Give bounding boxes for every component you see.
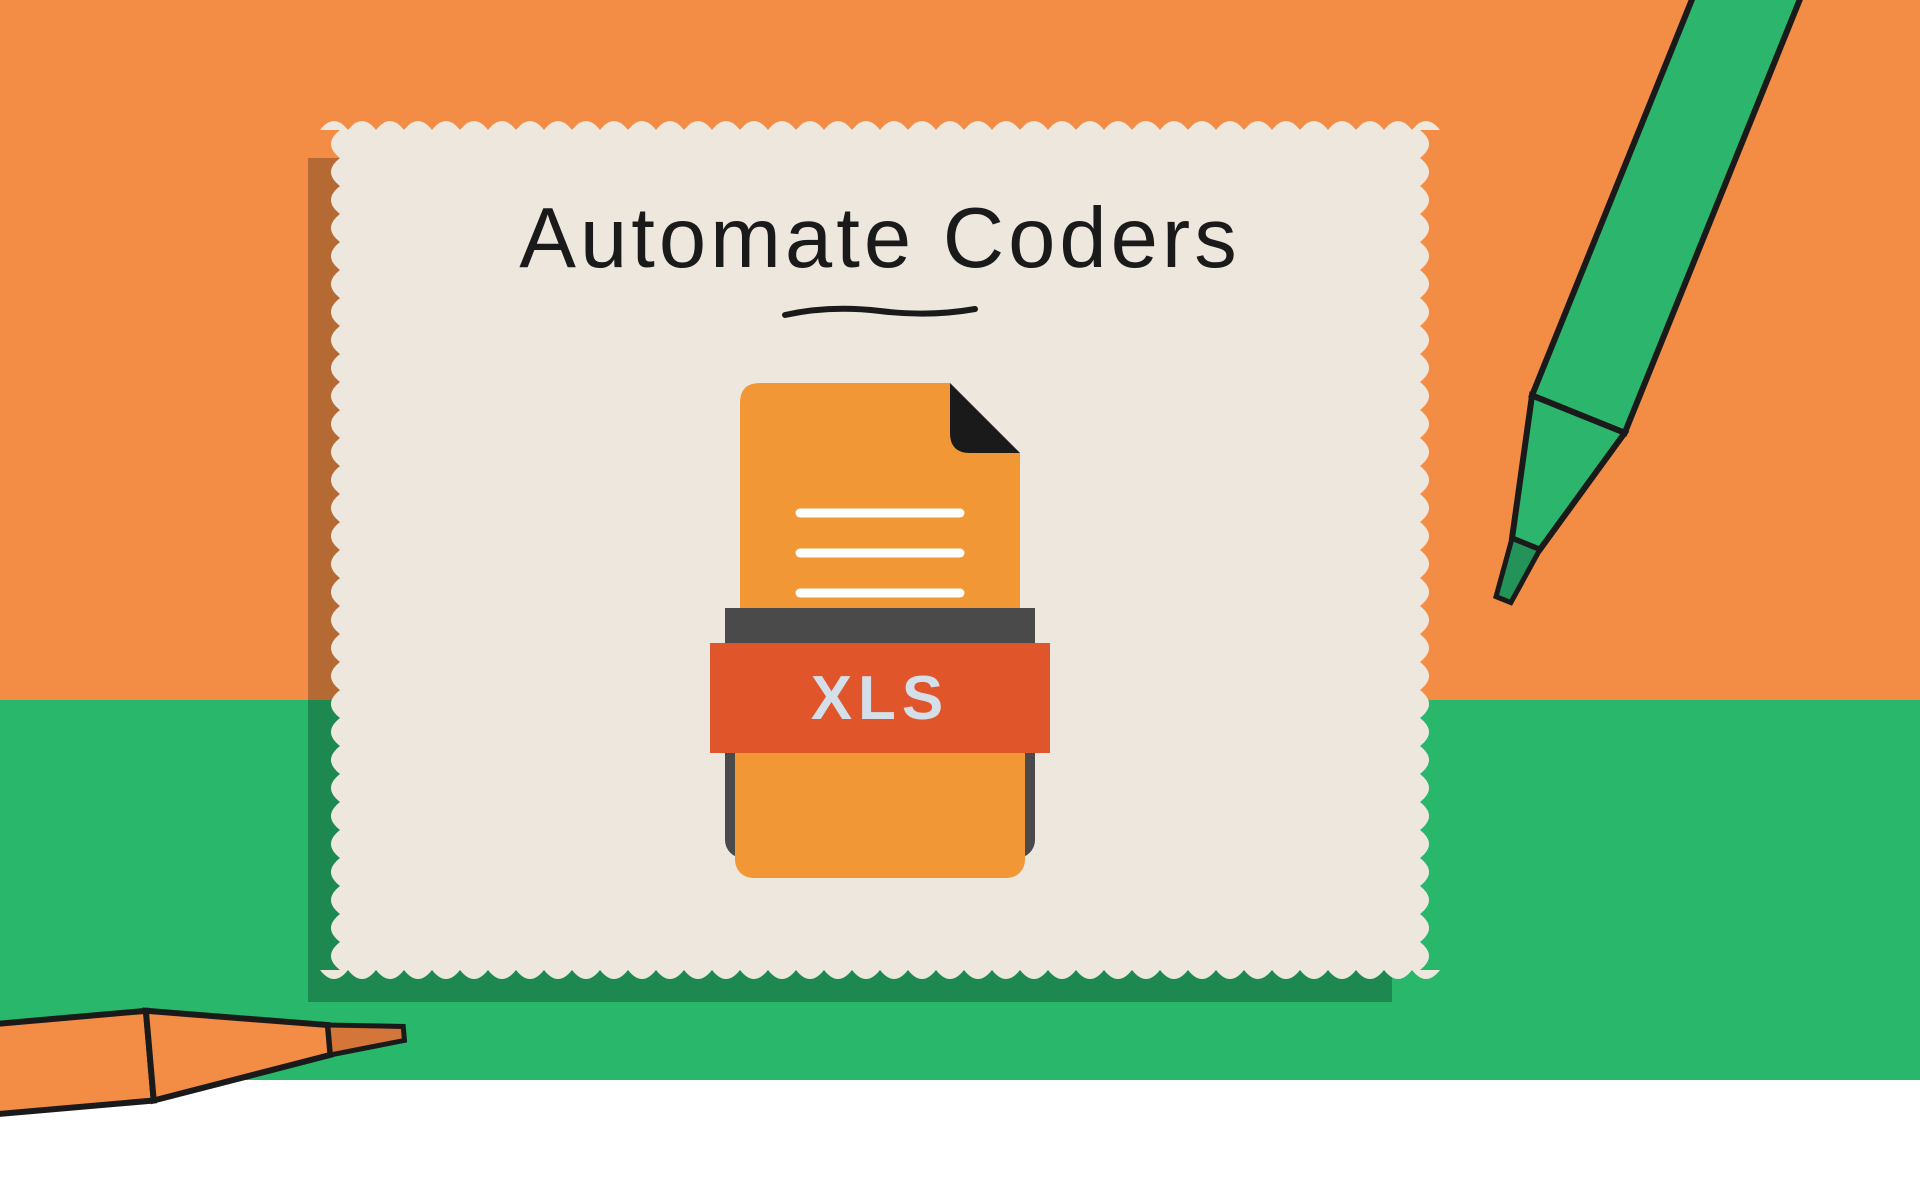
- file-label-band: XLS: [710, 643, 1050, 753]
- card-content: Automate Coders XLS: [320, 110, 1440, 990]
- file-type-label: XLS: [811, 663, 950, 734]
- orange-pen-decoration: [0, 926, 507, 1195]
- page-title: Automate Coders: [519, 190, 1240, 288]
- xls-file-icon: XLS: [690, 383, 1070, 883]
- title-underline-decoration: [780, 303, 980, 323]
